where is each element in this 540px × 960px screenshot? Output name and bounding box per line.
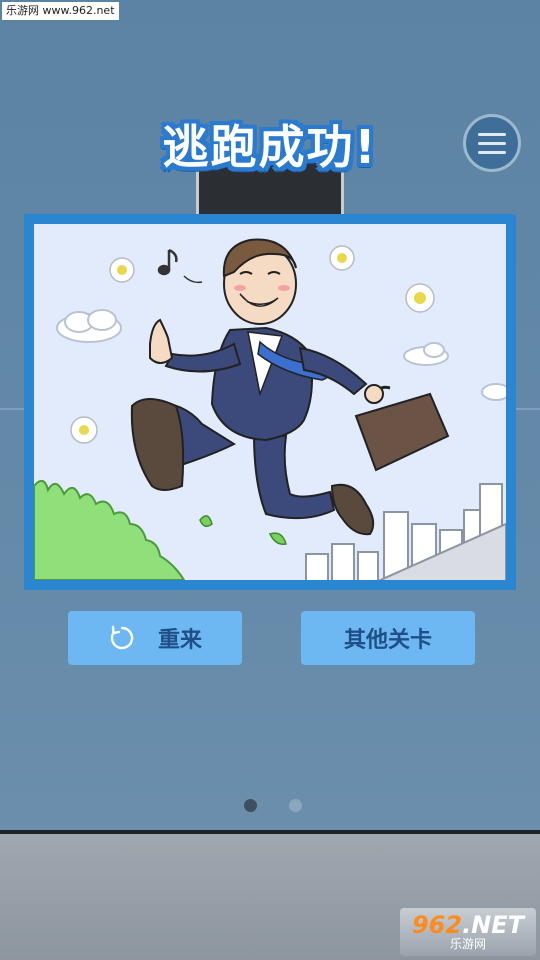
other-levels-button[interactable]: 其他关卡 (301, 611, 475, 665)
menu-icon-bar (478, 132, 506, 136)
page-title: 逃跑成功! (162, 120, 378, 174)
watermark-logo-sub: 乐游网 (449, 937, 486, 951)
result-illustration-frame (24, 214, 516, 590)
running-man-illustration (34, 224, 506, 580)
refresh-icon (110, 625, 134, 650)
page-dot-active[interactable] (244, 799, 257, 812)
page-dot[interactable] (289, 799, 302, 812)
page-indicator (244, 799, 302, 812)
retry-button-label: 重来 (157, 628, 202, 653)
menu-icon-bar (478, 141, 506, 145)
retry-button[interactable]: 重来 (68, 611, 242, 665)
result-illustration (34, 224, 506, 580)
watermark-logo-brand: 962 (411, 911, 463, 939)
watermark-top-label: 乐游网 www.962.net (2, 2, 119, 20)
watermark-logo-suffix: .NET (462, 911, 525, 939)
watermark-logo: 962.NET 乐游网 (400, 908, 536, 956)
menu-icon-bar (478, 150, 506, 154)
menu-button[interactable] (463, 114, 521, 172)
other-levels-button-label: 其他关卡 (343, 628, 432, 653)
